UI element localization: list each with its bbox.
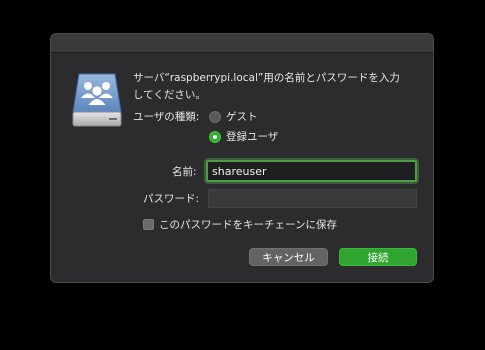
- save-to-keychain-label: このパスワードをキーチェーンに保存: [159, 219, 337, 231]
- radio-button-selected-icon[interactable]: [209, 130, 221, 143]
- radio-registered-user-label: 登録ユーザ: [226, 131, 279, 143]
- radio-guest-label: ゲスト: [226, 111, 258, 123]
- connect-to-server-dialog: サーバ“raspberrypi.local”用の名前とパスワードを入力 してくだ…: [50, 33, 434, 283]
- password-label: パスワード:: [143, 193, 200, 205]
- network-server-users-icon: [72, 73, 122, 127]
- cancel-button[interactable]: キャンセル: [249, 248, 328, 266]
- user-type-label: ユーザの種類:: [133, 111, 200, 123]
- name-input[interactable]: [206, 160, 417, 182]
- dialog-titlebar[interactable]: [51, 34, 433, 53]
- checkbox-icon[interactable]: [143, 219, 154, 230]
- radio-registered-user[interactable]: 登録ユーザ: [209, 129, 278, 144]
- save-to-keychain-checkbox-row[interactable]: このパスワードをキーチェーンに保存: [143, 217, 337, 232]
- dialog-message: サーバ“raspberrypi.local”用の名前とパスワードを入力 してくだ…: [133, 72, 400, 101]
- password-input[interactable]: [208, 189, 417, 208]
- radio-button-icon[interactable]: [209, 110, 221, 123]
- name-label: 名前:: [172, 166, 197, 178]
- radio-guest[interactable]: ゲスト: [209, 109, 258, 124]
- connect-button[interactable]: 接続: [339, 248, 417, 266]
